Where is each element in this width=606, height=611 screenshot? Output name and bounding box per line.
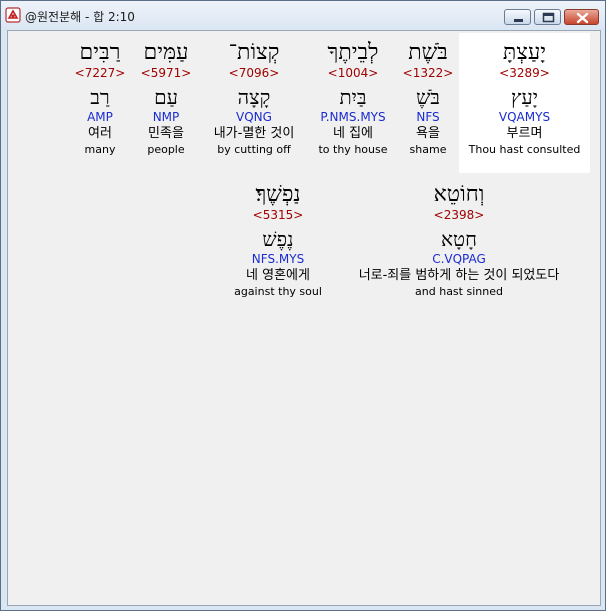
english-gloss: people: [147, 143, 185, 156]
english-gloss: against thy soul: [234, 285, 322, 298]
english-gloss: many: [84, 143, 116, 156]
word-block-nafshecha[interactable]: נַפְשֶׁךָ׃ <5315> נֶפֶשׁ NFS.MYS 네 영혼에게 …: [228, 175, 328, 315]
english-gloss: shame: [409, 143, 447, 156]
analysis-pane: יָעַצְתָּ <3289> יָעַץ VQAMYS 부르며 Thou h…: [7, 30, 601, 606]
close-icon: [576, 12, 589, 24]
morphology-code: C.VQPAG: [432, 252, 486, 266]
korean-gloss: 네 집에: [332, 126, 373, 141]
morphology-code: NMP: [152, 110, 180, 124]
app-logo-icon: [5, 7, 21, 23]
hebrew-word: בֹּשֶׁת: [408, 40, 448, 65]
english-gloss: by cutting off: [217, 143, 291, 156]
lemma-word: נֶפֶשׁ: [262, 227, 294, 251]
english-gloss: and hast sinned: [415, 285, 503, 298]
korean-gloss: 욕을: [416, 126, 440, 141]
morphology-code: NFS: [416, 110, 440, 124]
lemma-word: בַּיִת: [339, 85, 367, 109]
lemma-word: עַם: [154, 85, 178, 109]
lemma-word: בֹּשֶׁ: [416, 85, 440, 109]
word-block-rabim[interactable]: רַבִּים <7227> רַב AMP 여러 many: [71, 33, 129, 173]
maximize-button[interactable]: [534, 9, 561, 25]
word-block-vechote[interactable]: וְחוֹטֵא <2398> חָטָא C.VQPAG 너로-죄를 범하게 …: [334, 175, 584, 315]
korean-gloss: 네 영혼에게: [246, 268, 310, 283]
word-block-ketsot[interactable]: קְצוֹת־ <7096> קָצָה VQNG 내가-멸한 것이 by cu…: [201, 33, 307, 173]
morphology-code: P.NMS.MYS: [320, 110, 386, 124]
hebrew-word: נַפְשֶׁךָ׃: [255, 182, 301, 207]
strong-number[interactable]: <2398>: [334, 207, 584, 223]
close-button[interactable]: [564, 9, 599, 25]
lemma-word: רַב: [90, 85, 110, 109]
hebrew-word: יָעַצְתָּ: [502, 40, 547, 65]
korean-gloss: 내가-멸한 것이: [213, 126, 295, 141]
lemma-word: חָטָא: [441, 227, 477, 251]
korean-gloss: 너로-죄를 범하게 하는 것이 되었도다: [358, 268, 560, 283]
app-window: @원전분해 - 합 2:10 יָעַצְתָּ <3289> יָעַץ VQ…: [0, 0, 606, 611]
strong-number[interactable]: <1322>: [399, 65, 457, 81]
morphology-code: AMP: [87, 110, 113, 124]
maximize-icon: [542, 12, 555, 23]
korean-gloss: 민족을: [148, 126, 184, 141]
lemma-word: יָעַץ: [511, 85, 538, 109]
strong-number[interactable]: <7227>: [71, 65, 129, 81]
hebrew-word: עַמִּים: [143, 40, 189, 65]
strong-number[interactable]: <1004>: [310, 65, 396, 81]
strong-number[interactable]: <5315>: [228, 207, 328, 223]
morphology-code: VQAMYS: [498, 110, 551, 124]
lemma-word: קָצָה: [237, 85, 271, 109]
word-block-amim[interactable]: עַמִּים <5971> עַם NMP 민족을 people: [137, 33, 195, 173]
english-gloss: to thy house: [318, 143, 388, 156]
strong-number[interactable]: <7096>: [201, 65, 307, 81]
strong-number[interactable]: <5971>: [137, 65, 195, 81]
korean-gloss: 부르며: [506, 126, 543, 141]
word-block-levetecha[interactable]: לְבֵיתֶךָ <1004> בַּיִת P.NMS.MYS 네 집에 t…: [310, 33, 396, 173]
word-block-yaatsta[interactable]: יָעַצְתָּ <3289> יָעַץ VQAMYS 부르며 Thou h…: [459, 33, 590, 173]
minimize-button[interactable]: [504, 9, 531, 25]
hebrew-word: רַבִּים: [79, 40, 121, 65]
hebrew-word: לְבֵיתֶךָ: [327, 40, 379, 65]
minimize-icon: [514, 19, 523, 22]
korean-gloss: 여러: [88, 126, 112, 141]
title-bar[interactable]: @원전분해 - 합 2:10: [1, 1, 605, 29]
strong-number[interactable]: <3289>: [459, 65, 590, 81]
word-block-boshet[interactable]: בֹּשֶׁת <1322> בֹּשֶׁ NFS 욕을 shame: [399, 33, 457, 173]
english-gloss: Thou hast consulted: [468, 143, 581, 156]
morphology-code: VQNG: [236, 110, 272, 124]
window-title: @원전분해 - 합 2:10: [25, 10, 135, 24]
hebrew-word: קְצוֹת־: [228, 40, 280, 65]
hebrew-word: וְחוֹטֵא: [433, 182, 485, 207]
morphology-code: NFS.MYS: [251, 252, 305, 266]
